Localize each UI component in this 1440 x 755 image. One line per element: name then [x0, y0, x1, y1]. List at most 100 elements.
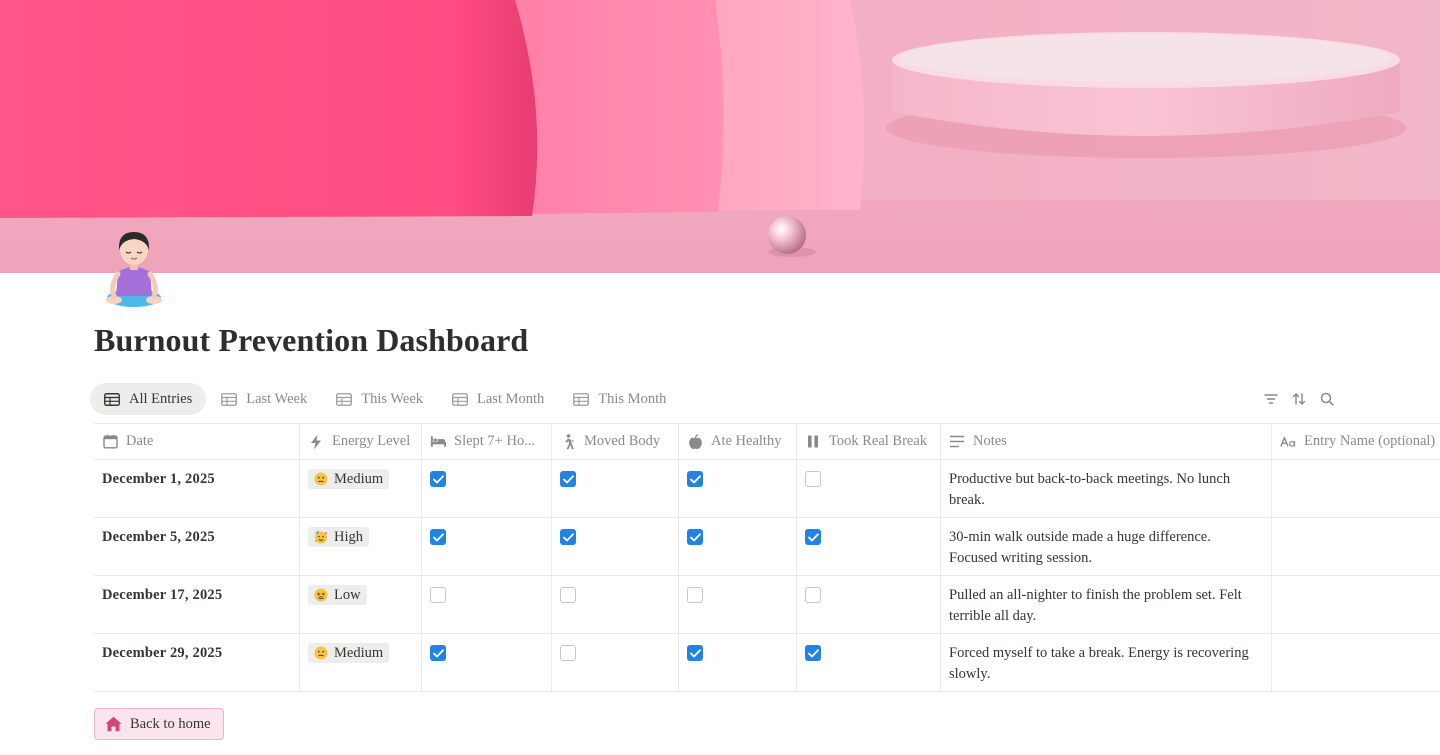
moved-cell: [552, 634, 679, 691]
slept-cell: [422, 576, 552, 633]
filter-icon[interactable]: [1262, 390, 1280, 408]
notes-value: 30-min walk outside made a huge differen…: [949, 529, 1211, 566]
column-header-date[interactable]: Date: [94, 424, 300, 459]
table-row[interactable]: December 29, 2025 Medium Forced myself to …: [94, 634, 1440, 692]
slept-checkbox[interactable]: [430, 645, 446, 661]
column-label: Moved Body: [584, 433, 661, 449]
ate-cell: [679, 518, 797, 575]
table-row[interactable]: December 17, 2025 Low Pulled an all-nighte…: [94, 576, 1440, 634]
date-cell[interactable]: December 17, 2025: [94, 576, 300, 633]
slept-cell: [422, 634, 552, 691]
column-header-slept[interactable]: Slept 7+ Ho...: [422, 424, 552, 459]
entry-name-cell[interactable]: [1272, 576, 1440, 633]
break-cell: [797, 634, 941, 691]
took-break-checkbox[interactable]: [805, 587, 821, 603]
tab-this-month[interactable]: This Month: [559, 383, 680, 415]
walking-icon: [560, 433, 576, 450]
notes-cell[interactable]: Forced myself to take a break. Energy is…: [941, 634, 1272, 691]
slept-checkbox[interactable]: [430, 587, 446, 603]
moved-cell: [552, 460, 679, 517]
column-header-entry-name[interactable]: Entry Name (optional): [1272, 424, 1440, 459]
energy-cell[interactable]: Low: [300, 576, 422, 633]
ate-healthy-checkbox[interactable]: [687, 471, 703, 487]
page-cover: [0, 0, 1440, 273]
ate-cell: [679, 460, 797, 517]
notes-cell[interactable]: 30-min walk outside made a huge differen…: [941, 518, 1272, 575]
column-label: Date: [126, 433, 154, 449]
moved-body-checkbox[interactable]: [560, 587, 576, 603]
column-header-energy[interactable]: Energy Level: [300, 424, 422, 459]
table-icon: [221, 392, 238, 406]
energy-level-tag: Medium: [308, 469, 390, 489]
neutral-face-icon: [314, 472, 328, 486]
notes-value: Pulled an all-nighter to finish the prob…: [949, 587, 1242, 624]
energy-level-tag: High: [308, 527, 369, 547]
column-header-moved[interactable]: Moved Body: [552, 424, 679, 459]
ate-healthy-checkbox[interactable]: [687, 645, 703, 661]
slept-cell: [422, 460, 552, 517]
bed-icon: [430, 434, 446, 450]
notes-value: Forced myself to take a break. Energy is…: [949, 645, 1249, 682]
entry-name-cell[interactable]: [1272, 518, 1440, 575]
column-header-break[interactable]: Took Real Break: [797, 424, 941, 459]
meditating-person-icon[interactable]: [100, 226, 168, 312]
tab-label: This Week: [361, 390, 424, 407]
table-header: Date Energy Level Slept 7+ Ho... Moved B…: [94, 423, 1440, 460]
sort-icon[interactable]: [1290, 390, 1308, 408]
energy-cell[interactable]: High: [300, 518, 422, 575]
column-label: Took Real Break: [829, 433, 928, 449]
column-header-notes[interactable]: Notes: [941, 424, 1272, 459]
table-icon: [104, 392, 120, 406]
table-body: December 1, 2025 Medium Productive but bac…: [94, 460, 1440, 692]
energy-level-label: Medium: [334, 470, 384, 487]
cover-illustration: [0, 0, 1440, 273]
tab-all-entries[interactable]: All Entries: [90, 383, 207, 415]
table-row[interactable]: December 1, 2025 Medium Productive but bac…: [94, 460, 1440, 518]
date-cell[interactable]: December 1, 2025: [94, 460, 300, 517]
tab-this-week[interactable]: This Week: [322, 383, 437, 415]
table-icon: [452, 392, 468, 406]
page-title: Burnout Prevention Dashboard: [94, 322, 529, 358]
notes-value: Productive but back-to-back meetings. No…: [949, 471, 1231, 508]
entry-name-cell[interactable]: [1272, 460, 1440, 517]
date-cell[interactable]: December 5, 2025: [94, 518, 300, 575]
took-break-checkbox[interactable]: [805, 471, 821, 487]
break-cell: [797, 460, 941, 517]
column-label: Slept 7+ Ho...: [454, 433, 536, 449]
energy-cell[interactable]: Medium: [300, 460, 422, 517]
energy-cell[interactable]: Medium: [300, 634, 422, 691]
slept-checkbox[interactable]: [430, 471, 446, 487]
table-icon: [336, 392, 353, 406]
notes-cell[interactable]: Productive but back-to-back meetings. No…: [941, 460, 1272, 517]
ate-healthy-checkbox[interactable]: [687, 529, 703, 545]
table-row[interactable]: December 5, 2025 High 30-min walk outside …: [94, 518, 1440, 576]
moved-body-checkbox[interactable]: [560, 645, 576, 661]
moved-cell: [552, 518, 679, 575]
home-icon: [105, 716, 122, 732]
lightning-icon: [308, 434, 324, 450]
notes-cell[interactable]: Pulled an all-nighter to finish the prob…: [941, 576, 1272, 633]
date-value: December 17, 2025: [102, 587, 223, 603]
back-to-home-button[interactable]: Back to home: [94, 708, 224, 740]
date-cell[interactable]: December 29, 2025: [94, 634, 300, 691]
entries-table: Date Energy Level Slept 7+ Ho... Moved B…: [94, 423, 1440, 692]
energy-level-label: Medium: [334, 644, 384, 661]
column-header-ate[interactable]: Ate Healthy: [679, 424, 797, 459]
tab-label: This Month: [598, 390, 667, 407]
column-label: Ate Healthy: [711, 433, 782, 449]
date-value: December 29, 2025: [102, 645, 223, 661]
tab-last-month[interactable]: Last Month: [438, 383, 558, 415]
moved-body-checkbox[interactable]: [560, 529, 576, 545]
entry-name-cell[interactable]: [1272, 634, 1440, 691]
ate-cell: [679, 576, 797, 633]
tab-last-week[interactable]: Last Week: [207, 383, 321, 415]
moved-body-checkbox[interactable]: [560, 471, 576, 487]
took-break-checkbox[interactable]: [805, 529, 821, 545]
view-tabs: All Entries Last Week This Week Last Mon…: [90, 383, 681, 415]
took-break-checkbox[interactable]: [805, 645, 821, 661]
column-label: Energy Level: [332, 433, 411, 449]
moved-cell: [552, 576, 679, 633]
slept-checkbox[interactable]: [430, 529, 446, 545]
search-icon[interactable]: [1318, 390, 1336, 408]
ate-healthy-checkbox[interactable]: [687, 587, 703, 603]
